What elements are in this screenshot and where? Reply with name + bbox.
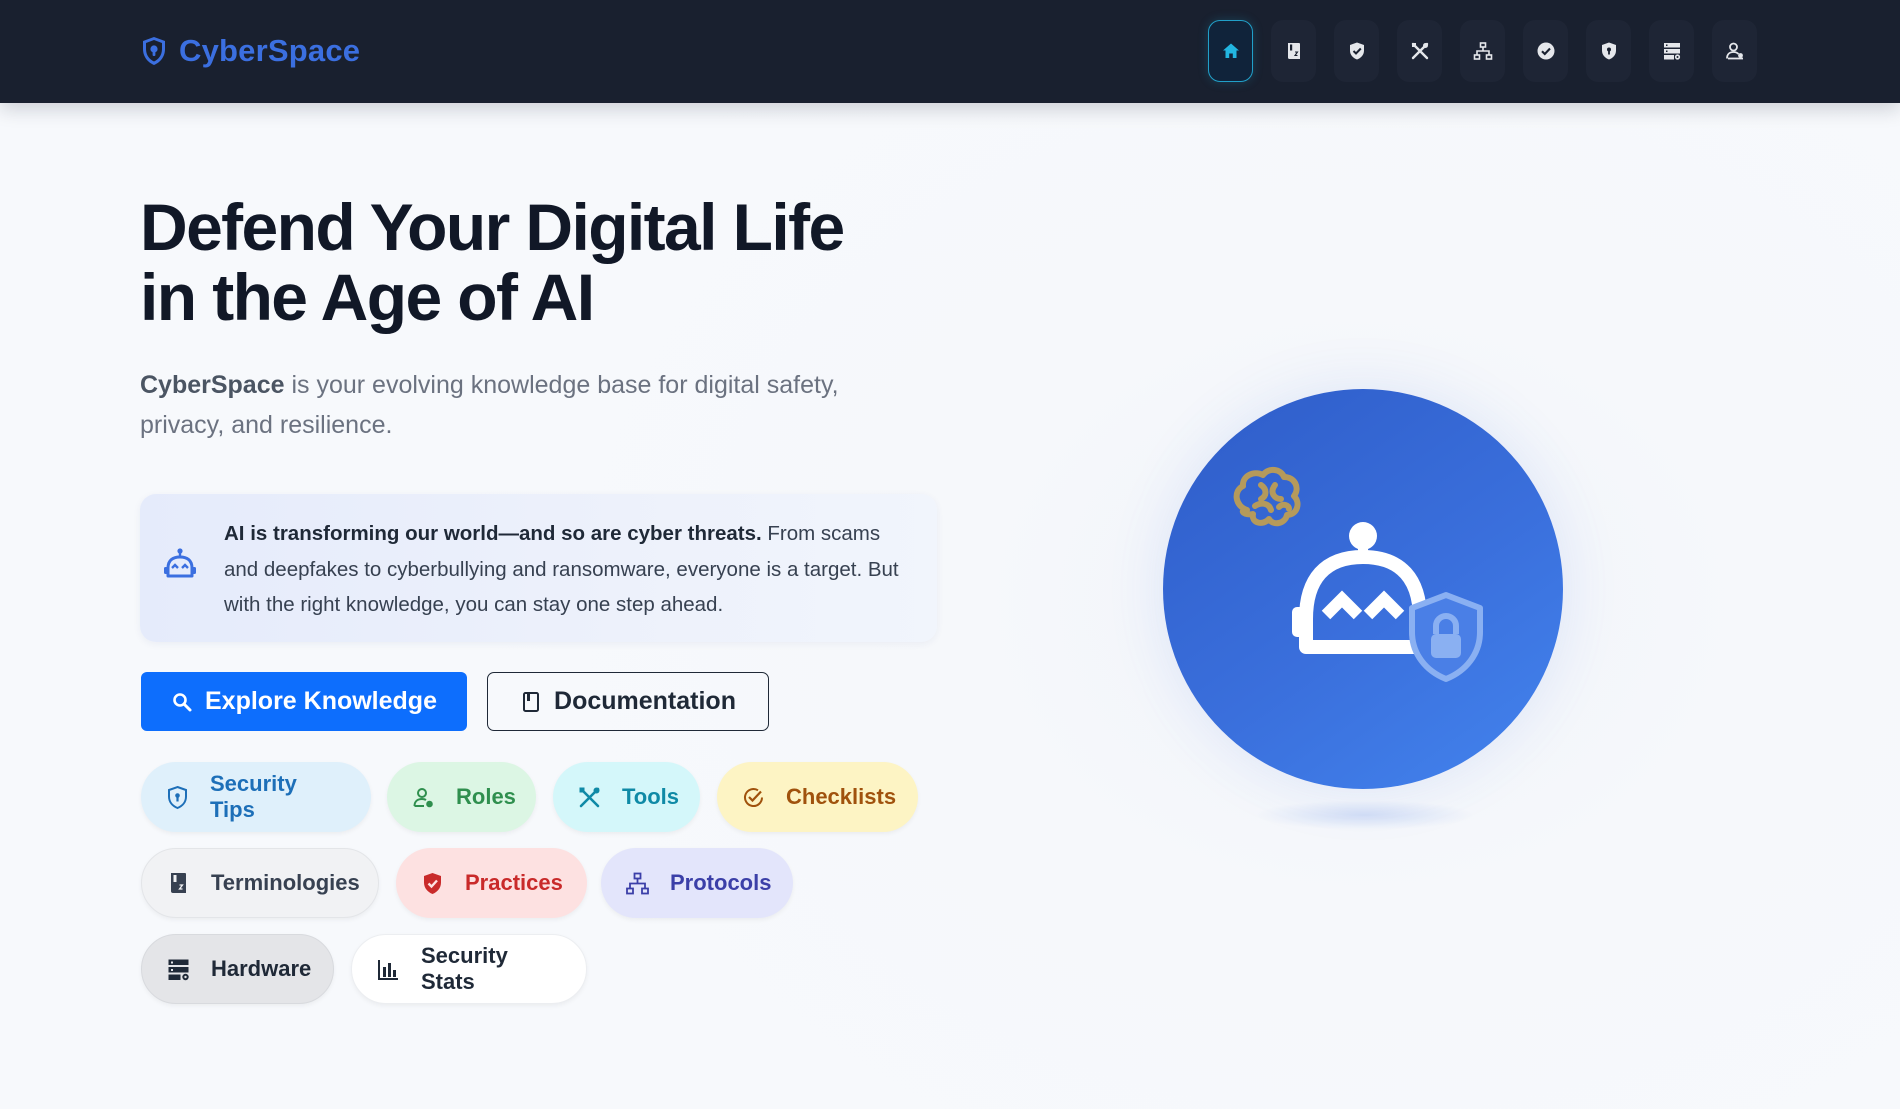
chip-practices[interactable]: Practices bbox=[396, 848, 587, 918]
hero-title-line-1: Defend Your Digital Life bbox=[140, 190, 845, 264]
chip-terminologies[interactable]: Terminologies bbox=[141, 848, 379, 918]
chip-checklists[interactable]: Checklists bbox=[717, 762, 918, 832]
tools-icon bbox=[1411, 42, 1428, 60]
chip-roles[interactable]: Roles bbox=[387, 762, 536, 832]
chip-hardware[interactable]: Hardware bbox=[141, 934, 334, 1004]
nav-terminologies-button[interactable] bbox=[1271, 20, 1316, 82]
chip-label: Checklists bbox=[786, 784, 897, 809]
chip-label: Tools bbox=[622, 784, 680, 809]
hero-subtitle-brand: CyberSpace bbox=[140, 371, 285, 399]
chip-label: Protocols bbox=[670, 870, 772, 895]
chip-label: Security Tips bbox=[210, 771, 297, 822]
callout-bold: AI is transforming our world—and so are … bbox=[224, 522, 762, 545]
server-icon bbox=[168, 959, 189, 980]
nav-roles-button[interactable] bbox=[1712, 20, 1757, 82]
top-navbar: CyberSpace bbox=[0, 0, 1900, 103]
callout-text: AI is transforming our world—and so are … bbox=[224, 516, 914, 623]
robot-icon bbox=[164, 548, 196, 578]
chip-security-stats[interactable]: Security Stats bbox=[351, 934, 587, 1004]
hero-illustration bbox=[1163, 389, 1563, 789]
nav-protocols-button[interactable] bbox=[1460, 20, 1505, 82]
nav-security-tips-button[interactable] bbox=[1586, 20, 1631, 82]
server-icon bbox=[1663, 43, 1680, 60]
nav-practices-button[interactable] bbox=[1334, 20, 1379, 82]
shield-icon bbox=[168, 785, 187, 809]
page-footer-edge bbox=[0, 1109, 1900, 1118]
chip-protocols[interactable]: Protocols bbox=[601, 848, 793, 918]
chip-label: Practices bbox=[465, 870, 563, 895]
user-gear-icon bbox=[413, 787, 433, 807]
documentation-label: Documentation bbox=[554, 687, 736, 715]
chip-label: Roles bbox=[456, 784, 516, 809]
nav-tools-button[interactable] bbox=[1397, 20, 1442, 82]
shield-check-icon bbox=[1349, 42, 1364, 60]
shield-check-icon bbox=[424, 872, 441, 894]
brand-name: CyberSpace bbox=[179, 33, 361, 68]
book-icon bbox=[1287, 43, 1300, 59]
tools-icon bbox=[579, 787, 600, 807]
bar-chart-icon bbox=[378, 959, 398, 980]
explore-knowledge-label: Explore Knowledge bbox=[205, 687, 437, 715]
hero-title: Defend Your Digital Life in the Age of A… bbox=[140, 192, 920, 332]
nav-checklists-button[interactable] bbox=[1523, 20, 1568, 82]
shield-logo-icon bbox=[143, 37, 165, 65]
documentation-button[interactable]: Documentation bbox=[487, 672, 769, 731]
chip-tools[interactable]: Tools bbox=[553, 762, 700, 832]
ai-threat-callout: AI is transforming our world—and so are … bbox=[140, 494, 937, 642]
hero-title-line-2: in the Age of AI bbox=[140, 260, 595, 334]
brand-logo[interactable]: CyberSpace bbox=[141, 31, 360, 71]
chip-label: Security Stats bbox=[421, 943, 508, 994]
book-icon bbox=[523, 691, 540, 712]
illustration-shadow bbox=[1255, 800, 1475, 830]
hero-subtitle: CyberSpace is your evolving knowledge ba… bbox=[140, 365, 920, 445]
check-circle-icon bbox=[1537, 42, 1554, 60]
brain-icon bbox=[1233, 467, 1301, 527]
home-icon bbox=[1222, 43, 1239, 58]
chip-label: Terminologies bbox=[211, 870, 360, 895]
shield-lock-icon bbox=[1601, 42, 1616, 60]
search-icon bbox=[173, 692, 192, 711]
book-icon bbox=[171, 872, 186, 893]
explore-knowledge-button[interactable]: Explore Knowledge bbox=[141, 672, 467, 731]
check-circle-icon bbox=[744, 787, 763, 807]
user-icon bbox=[1725, 42, 1743, 60]
chip-label: Hardware bbox=[211, 956, 312, 981]
network-icon bbox=[1473, 42, 1492, 60]
shield-lock-icon bbox=[1409, 592, 1483, 682]
ai-robot-illustration bbox=[1233, 467, 1483, 682]
nav-icon-bar bbox=[1208, 20, 1757, 82]
chip-security-tips[interactable]: Security Tips bbox=[141, 762, 371, 832]
nav-home-button[interactable] bbox=[1208, 20, 1253, 82]
nav-hardware-button[interactable] bbox=[1649, 20, 1694, 82]
network-icon bbox=[626, 872, 649, 894]
